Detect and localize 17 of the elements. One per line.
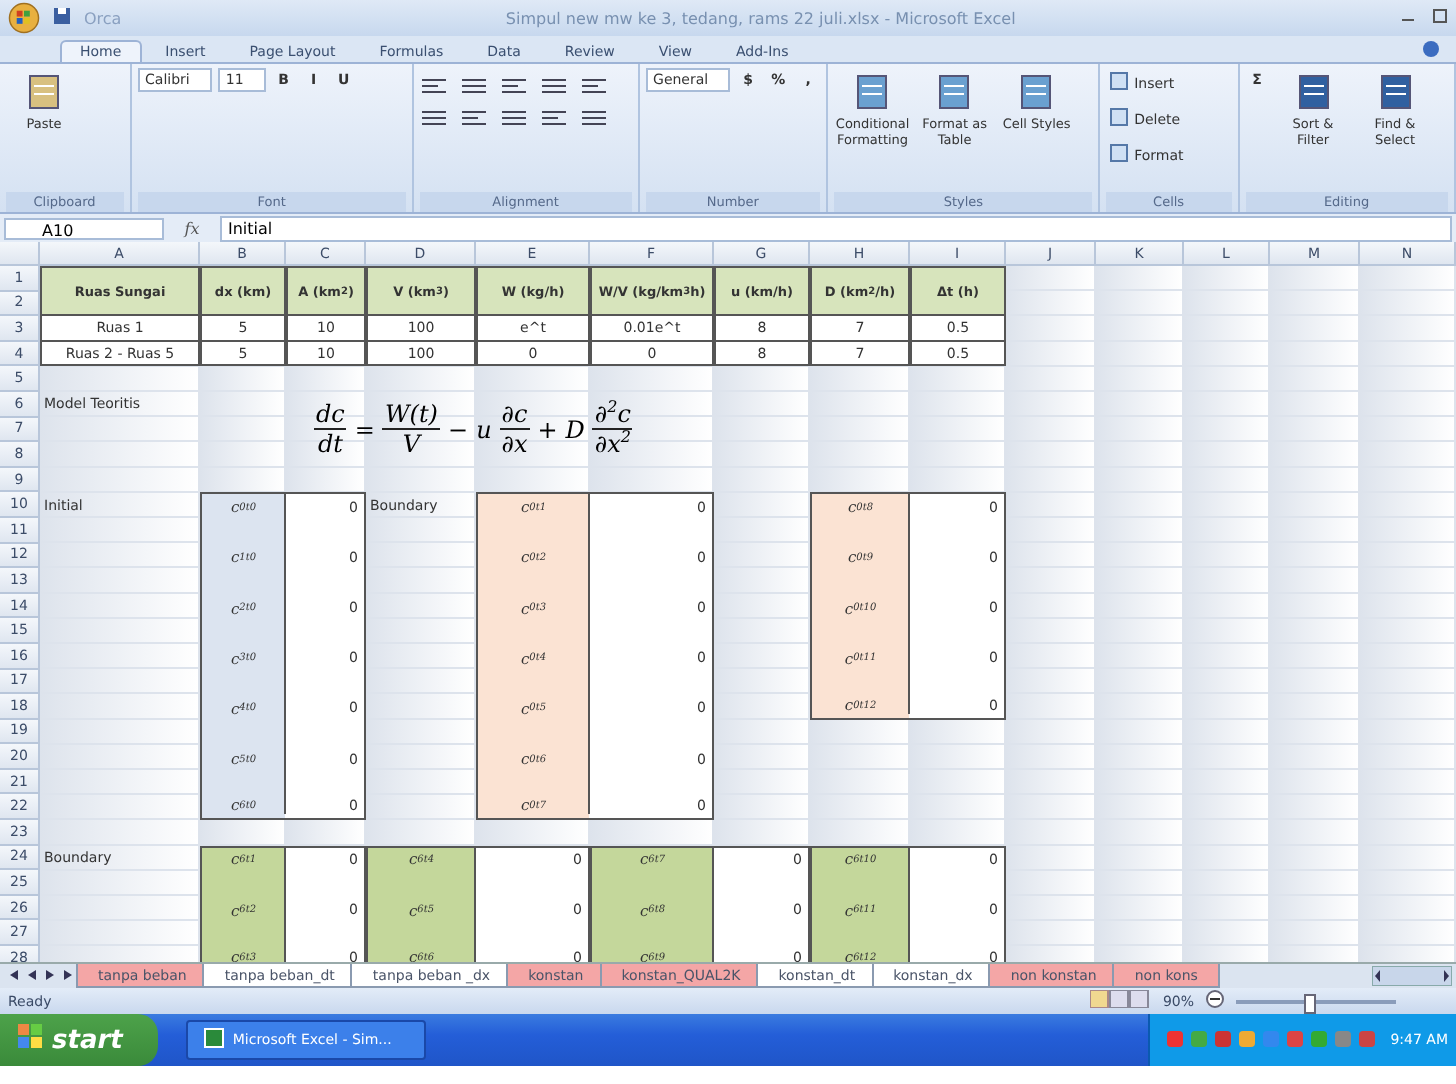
view-buttons-icon[interactable] — [1090, 990, 1151, 1012]
formula-field[interactable]: Initial — [220, 215, 1452, 241]
maximize-icon[interactable] — [1432, 8, 1448, 28]
office-button-icon[interactable] — [8, 2, 40, 34]
zoom-out-icon[interactable] — [1206, 990, 1224, 1012]
grid-icon — [1110, 72, 1129, 94]
name-box[interactable]: A10 — [4, 217, 164, 239]
grid-icon — [1110, 144, 1129, 166]
start-button[interactable]: start — [0, 1014, 159, 1066]
grid-icon — [1110, 108, 1129, 130]
quick-access-text: Orca — [84, 9, 122, 27]
zoom-slider[interactable] — [1304, 993, 1316, 1013]
scrollbar[interactable] — [1372, 964, 1456, 988]
window-title: Simpul new mw ke 3, tedang, rams 22 juli.xlsx - Microsoft Excel — [503, 9, 1018, 27]
save-icon[interactable] — [52, 6, 72, 30]
spreadsheet-icon — [204, 1028, 225, 1052]
insert-function-button[interactable]: fx — [172, 219, 212, 237]
